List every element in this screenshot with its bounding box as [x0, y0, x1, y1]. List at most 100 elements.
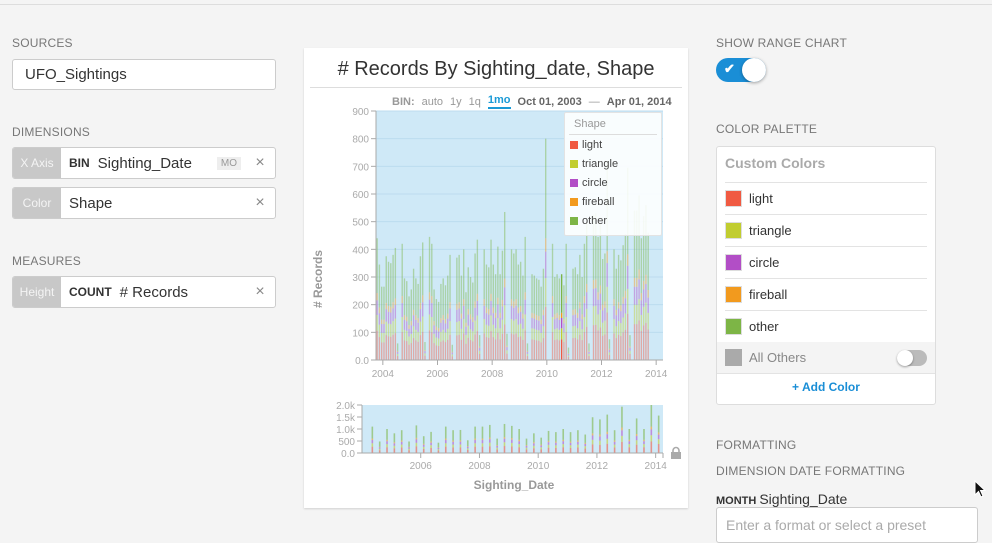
- bar-segment-fireball[interactable]: [574, 309, 576, 315]
- bar-segment-other[interactable]: [490, 239, 492, 294]
- bar-segment-circle[interactable]: [381, 324, 383, 333]
- bar-segment-circle[interactable]: [476, 301, 479, 316]
- bar-segment-fireball[interactable]: [522, 313, 524, 319]
- bar-segment-fireball[interactable]: [401, 296, 403, 304]
- bar-segment-other[interactable]: [472, 282, 474, 318]
- bar-segment-circle[interactable]: [556, 317, 558, 329]
- bar-segment-circle[interactable]: [563, 323, 565, 333]
- bar-segment-triangle[interactable]: [492, 324, 494, 338]
- bar-segment-light[interactable]: [476, 331, 479, 360]
- bar-segment-triangle[interactable]: [647, 312, 649, 330]
- bar-segment-circle[interactable]: [449, 308, 451, 322]
- bar-segment-fireball[interactable]: [396, 350, 399, 352]
- bar-segment-light[interactable]: [560, 339, 563, 360]
- bar-segment-light[interactable]: [515, 333, 517, 360]
- bar-segment-fireball[interactable]: [551, 296, 554, 304]
- bar-segment-other[interactable]: [465, 292, 467, 323]
- bar-segment-fireball[interactable]: [394, 298, 397, 306]
- bar-segment-light[interactable]: [408, 344, 410, 360]
- bar-segment-circle[interactable]: [560, 317, 563, 329]
- palette-swatch[interactable]: [725, 318, 742, 335]
- bar-segment-other[interactable]: [554, 277, 556, 315]
- bar-segment-fireball[interactable]: [490, 293, 492, 302]
- bar-segment-fireball[interactable]: [592, 280, 595, 289]
- bar-segment-fireball[interactable]: [583, 296, 586, 304]
- bar-segment-fireball[interactable]: [422, 295, 424, 303]
- bar-segment-fireball[interactable]: [435, 326, 438, 331]
- bar-segment-other[interactable]: [560, 274, 563, 313]
- bar-segment-light[interactable]: [406, 341, 408, 360]
- bar-segment-light[interactable]: [538, 340, 540, 360]
- bar-segment-other[interactable]: [417, 283, 419, 319]
- bar-segment-triangle[interactable]: [412, 326, 415, 339]
- height-field[interactable]: # Records: [120, 284, 249, 301]
- bar-segment-circle[interactable]: [501, 306, 504, 320]
- bar-segment-light[interactable]: [636, 324, 638, 360]
- bar-segment-light[interactable]: [513, 334, 515, 360]
- bar-segment-fireball[interactable]: [472, 317, 474, 323]
- bar-segment-triangle[interactable]: [501, 319, 504, 334]
- bar-segment-fireball[interactable]: [542, 309, 545, 316]
- bar-segment-other[interactable]: [601, 259, 604, 305]
- bar-segment-triangle[interactable]: [483, 319, 485, 334]
- bar-segment-other[interactable]: [565, 243, 567, 297]
- bar-segment-circle[interactable]: [606, 263, 608, 287]
- bar-segment-triangle[interactable]: [435, 337, 438, 346]
- bar-segment-light[interactable]: [579, 334, 581, 360]
- source-select[interactable]: UFO_Sightings: [12, 59, 276, 90]
- bar-segment-light[interactable]: [412, 338, 415, 360]
- bar-segment-circle[interactable]: [437, 331, 440, 339]
- bar-segment-light[interactable]: [588, 356, 590, 360]
- bar-segment-other[interactable]: [385, 256, 387, 303]
- bar-segment-other[interactable]: [574, 267, 576, 310]
- bar-segment-circle[interactable]: [424, 351, 426, 354]
- bar-segment-triangle[interactable]: [627, 288, 629, 314]
- bar-segment-circle[interactable]: [456, 309, 458, 323]
- bar-segment-circle[interactable]: [517, 313, 520, 325]
- bar-segment-fireball[interactable]: [572, 309, 574, 316]
- bar-segment-circle[interactable]: [629, 347, 631, 351]
- bar-segment-other[interactable]: [428, 236, 431, 293]
- bar-segment-fireball[interactable]: [444, 318, 447, 324]
- bar-segment-circle[interactable]: [422, 302, 424, 317]
- bar-segment-triangle[interactable]: [387, 323, 390, 337]
- bar-segment-circle[interactable]: [633, 286, 636, 305]
- bar-segment-light[interactable]: [645, 322, 647, 360]
- bar-segment-circle[interactable]: [483, 305, 485, 320]
- bar-segment-other[interactable]: [519, 261, 522, 306]
- bar-segment-other[interactable]: [456, 257, 458, 304]
- bar-segment-other[interactable]: [551, 243, 554, 297]
- bar-segment-circle[interactable]: [485, 313, 488, 325]
- bar-segment-triangle[interactable]: [558, 329, 561, 341]
- bar-segment-light[interactable]: [490, 331, 492, 360]
- bar-segment-other[interactable]: [526, 343, 529, 351]
- bar-segment-triangle[interactable]: [624, 313, 627, 330]
- bar-segment-light[interactable]: [524, 330, 526, 360]
- bar-segment-circle[interactable]: [622, 303, 624, 318]
- remove-x-axis-icon[interactable]: ×: [249, 154, 271, 172]
- bar-segment-light[interactable]: [640, 330, 643, 360]
- bar-segment-triangle[interactable]: [465, 334, 467, 344]
- bar-segment-light[interactable]: [410, 343, 412, 360]
- bar-segment-fireball[interactable]: [638, 269, 640, 280]
- bar-segment-fireball[interactable]: [483, 299, 485, 306]
- bar-segment-fireball[interactable]: [419, 302, 422, 310]
- bar-segment-triangle[interactable]: [433, 333, 435, 344]
- bar-segment-triangle[interactable]: [522, 328, 524, 340]
- bar-segment-other[interactable]: [376, 238, 378, 294]
- bar-segment-circle[interactable]: [506, 347, 508, 351]
- bar-segment-fireball[interactable]: [465, 322, 467, 327]
- bar-segment-triangle[interactable]: [415, 329, 417, 341]
- bar-segment-other[interactable]: [535, 278, 538, 316]
- bar-segment-light[interactable]: [622, 332, 624, 360]
- bar-segment-circle[interactable]: [588, 351, 590, 354]
- bar-segment-circle[interactable]: [574, 314, 576, 326]
- legend-item-fireball[interactable]: fireball: [565, 192, 661, 211]
- bar-segment-other[interactable]: [408, 296, 410, 325]
- bar-segment-light[interactable]: [474, 334, 476, 360]
- bar-segment-triangle[interactable]: [597, 314, 599, 331]
- bar-segment-circle[interactable]: [435, 330, 438, 338]
- bar-segment-other[interactable]: [424, 342, 426, 351]
- bar-segment-circle[interactable]: [627, 265, 629, 289]
- bar-segment-triangle[interactable]: [606, 286, 608, 313]
